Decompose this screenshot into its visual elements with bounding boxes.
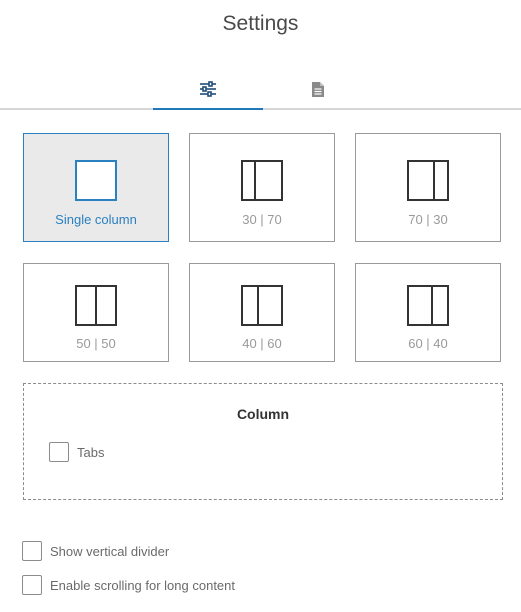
column-settings-panel: Column Tabs (23, 383, 503, 500)
scrolling-option[interactable]: Enable scrolling for long content (22, 575, 235, 595)
layout-option-label: 40 | 60 (242, 336, 282, 351)
document-icon (311, 81, 325, 98)
sliders-icon (199, 81, 217, 97)
scrolling-label: Enable scrolling for long content (50, 577, 236, 593)
vertical-divider-label: Show vertical divider (50, 543, 170, 559)
layout-option-70-30[interactable]: 70 | 30 (355, 133, 501, 242)
layout-option-label: Single column (55, 212, 137, 227)
two-column-60-40-icon (407, 285, 449, 326)
two-column-30-70-icon (241, 160, 283, 201)
tabs-checkbox-label: Tabs (77, 444, 105, 460)
layout-option-40-60[interactable]: 40 | 60 (189, 263, 335, 362)
layout-option-label: 70 | 30 (408, 212, 448, 227)
tab-bar (0, 70, 521, 110)
layout-option-single-column[interactable]: Single column (23, 133, 169, 242)
tabs-option[interactable]: Tabs (49, 442, 104, 462)
tab-layout[interactable] (153, 70, 263, 110)
layout-option-30-70[interactable]: 30 | 70 (189, 133, 335, 242)
page-title: Settings (222, 12, 299, 35)
tab-content[interactable] (263, 70, 373, 108)
layout-option-label: 60 | 40 (408, 336, 448, 351)
single-column-icon (75, 160, 117, 201)
layout-option-50-50[interactable]: 50 | 50 (23, 263, 169, 362)
vertical-divider-checkbox[interactable] (22, 541, 42, 561)
layout-option-label: 50 | 50 (76, 336, 116, 351)
layout-option-label: 30 | 70 (242, 212, 282, 227)
column-section-title: Column (236, 406, 290, 422)
tabs-checkbox[interactable] (49, 442, 69, 462)
two-column-50-50-icon (75, 285, 117, 326)
scrolling-checkbox[interactable] (22, 575, 42, 595)
layout-option-60-40[interactable]: 60 | 40 (355, 263, 501, 362)
two-column-70-30-icon (407, 160, 449, 201)
vertical-divider-option[interactable]: Show vertical divider (22, 541, 169, 561)
two-column-40-60-icon (241, 285, 283, 326)
